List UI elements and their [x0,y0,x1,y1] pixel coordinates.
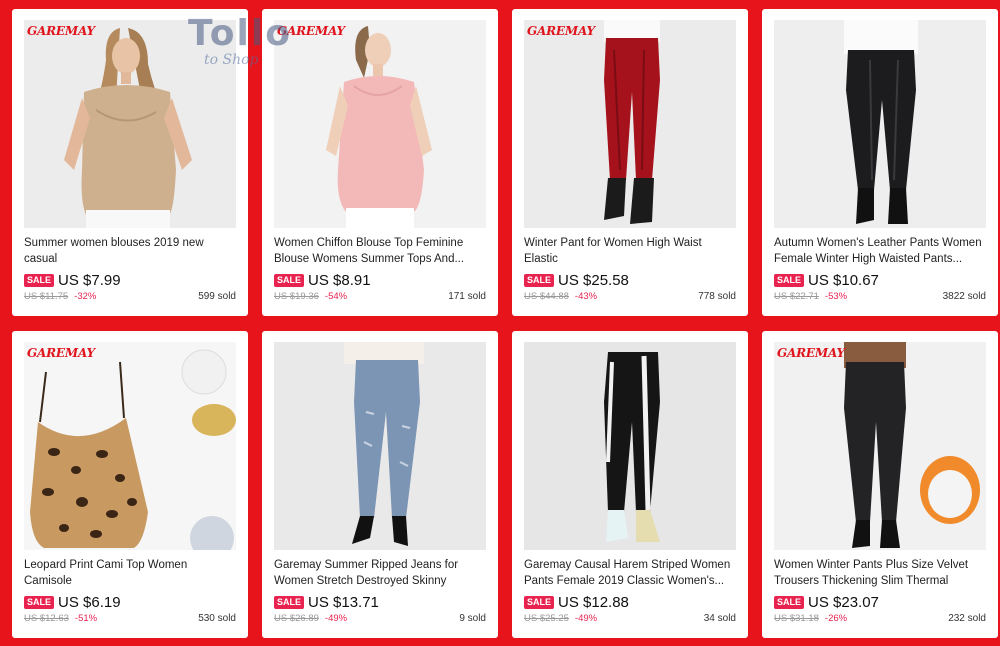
sold-count: 3822 sold [942,291,986,302]
product-title[interactable]: Winter Pant for Women High Waist Elastic… [524,235,736,267]
original-price: US $12.63 [24,613,69,624]
sold-count: 171 sold [448,291,486,302]
pink-chiffon-blouse-photo [274,20,486,228]
velvet-thermal-pants-photo [774,342,986,550]
brand-logo: GAREMAY [27,24,95,38]
striped-harem-pants-photo [524,342,736,550]
product-image[interactable] [774,20,986,228]
product-title[interactable]: Women Chiffon Blouse Top Feminine Blouse… [274,235,486,267]
product-card[interactable]: GAREMAY Summer women blouses 2019 new ca… [12,9,248,316]
product-card[interactable]: Garemay Summer Ripped Jeans for Women St… [262,331,498,638]
original-price: US $26.89 [274,613,319,624]
brand-logo: GAREMAY [27,346,95,360]
leopard-cami-top-photo [24,342,236,550]
product-card[interactable]: GAREMAY Women Winter Pants Plus Size Vel… [762,331,998,638]
original-price: US $25.25 [524,613,569,624]
discount-percent: -26% [824,613,848,624]
product-title[interactable]: Garemay Causal Harem Striped Women Pants… [524,557,736,589]
brand-logo: GAREMAY [777,346,845,360]
product-price: US $13.71 [308,593,379,611]
sale-badge: SALE [274,595,305,609]
sold-count: 232 sold [948,613,986,624]
product-price: US $23.07 [808,593,879,611]
sold-count: 34 sold [703,613,736,624]
product-image[interactable] [524,342,736,550]
product-image[interactable]: GAREMAY [274,20,486,228]
product-title[interactable]: Autumn Women's Leather Pants Women Femal… [774,235,986,267]
sale-badge: SALE [24,595,55,609]
black-leather-pants-photo [774,20,986,228]
product-card[interactable]: GAREMAY Leopard Print Cami Top Women Cam… [12,331,248,638]
discount-percent: -53% [824,291,848,302]
sale-badge: SALE [274,273,305,287]
sold-count: 9 sold [459,613,486,624]
product-card[interactable]: Garemay Causal Harem Striped Women Pants… [512,331,748,638]
red-down-pants-photo [524,20,736,228]
brand-logo: GAREMAY [277,24,345,38]
product-price: US $10.67 [808,271,879,289]
sold-count: 530 sold [198,613,236,624]
brand-logo: GAREMAY [527,24,595,38]
product-price: US $6.19 [58,593,121,611]
beige-silk-blouse-photo [24,20,236,228]
original-price: US $19.36 [274,291,319,302]
sale-badge: SALE [524,273,555,287]
product-card[interactable]: GAREMAY Winter Pant for Women High Waist… [512,9,748,316]
product-grid: GAREMAY Summer women blouses 2019 new ca… [12,9,998,638]
product-image[interactable]: GAREMAY [524,20,736,228]
discount-percent: -32% [74,291,97,302]
product-title[interactable]: Leopard Print Cami Top Women Camisole Ca… [24,557,236,589]
product-price: US $8.91 [308,271,371,289]
product-title[interactable]: Women Winter Pants Plus Size Velvet Trou… [774,557,986,589]
original-price: US $11.75 [24,291,69,302]
product-price: US $12.88 [558,593,629,611]
discount-percent: -51% [74,613,98,624]
sold-count: 778 sold [698,291,736,302]
original-price: US $31.18 [774,613,819,624]
product-card[interactable]: GAREMAY Women Chiffon Blouse Top Feminin… [262,9,498,316]
product-price: US $7.99 [58,271,121,289]
product-image[interactable]: GAREMAY [24,20,236,228]
product-title[interactable]: Summer women blouses 2019 new casual chi… [24,235,236,267]
product-image[interactable] [274,342,486,550]
original-price: US $22.71 [774,291,819,302]
product-title[interactable]: Garemay Summer Ripped Jeans for Women St… [274,557,486,589]
original-price: US $44.88 [524,291,569,302]
sold-count: 599 sold [198,291,236,302]
product-image[interactable]: GAREMAY [24,342,236,550]
sale-badge: SALE [524,595,555,609]
sale-badge: SALE [24,273,55,287]
product-card[interactable]: Autumn Women's Leather Pants Women Femal… [762,9,998,316]
ripped-jeans-photo [274,342,486,550]
product-image[interactable]: GAREMAY [774,342,986,550]
discount-percent: -43% [574,291,598,302]
sale-badge: SALE [774,273,805,287]
discount-percent: -49% [574,613,598,624]
discount-percent: -54% [324,291,348,302]
product-price: US $25.58 [558,271,629,289]
discount-percent: -49% [324,613,348,624]
sale-badge: SALE [774,595,805,609]
